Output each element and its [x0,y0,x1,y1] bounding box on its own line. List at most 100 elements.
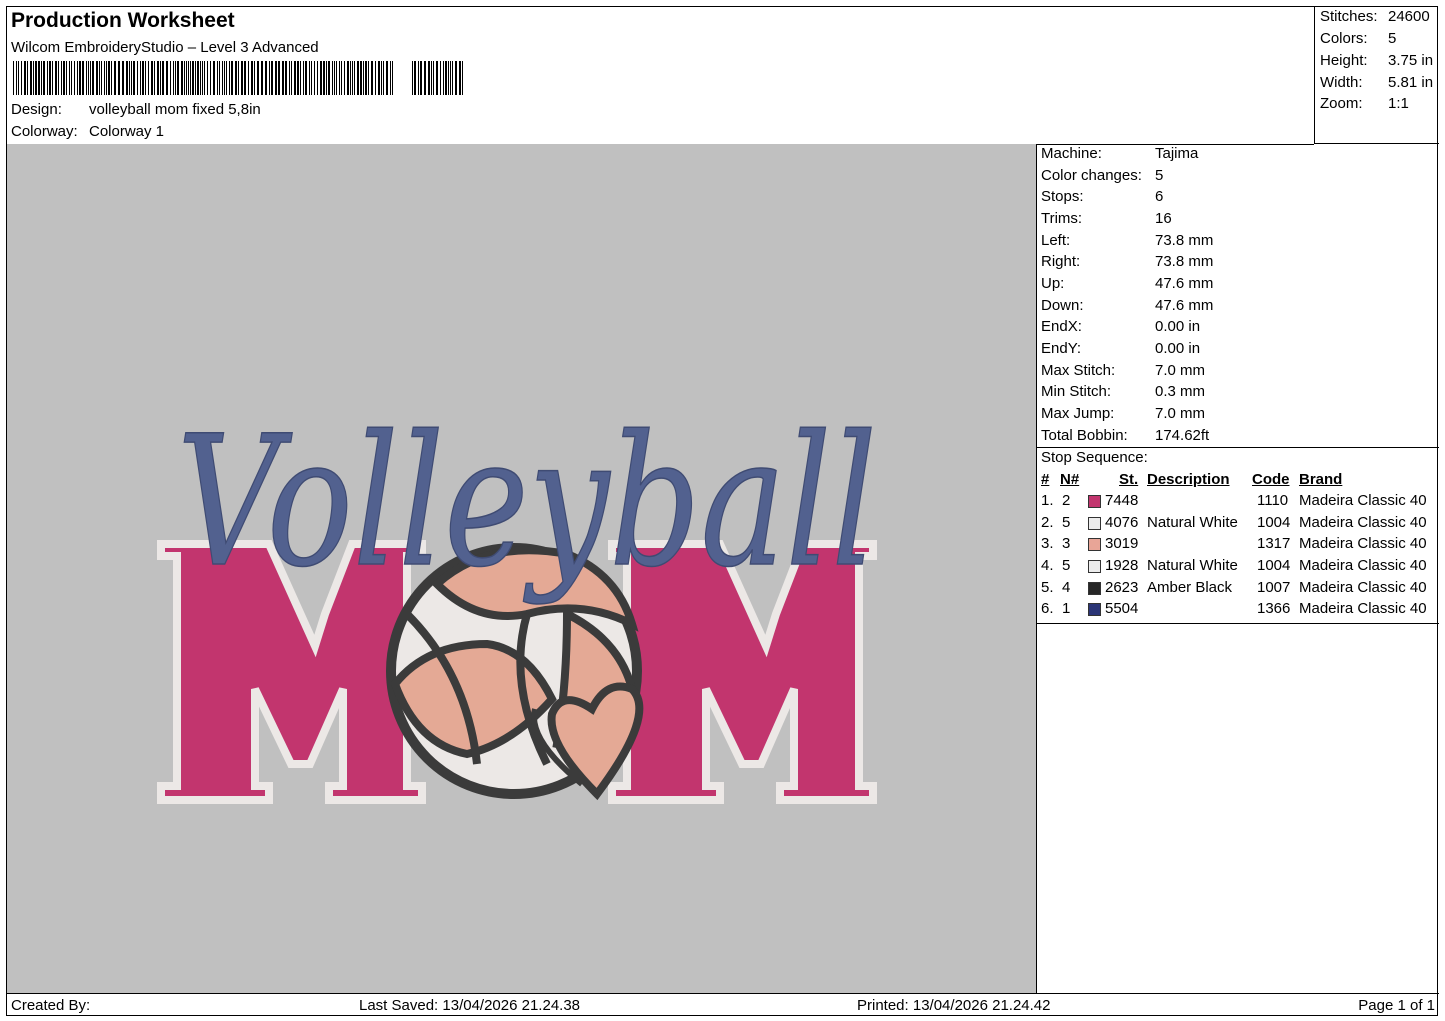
info-down: Down: 47.6 mm [1041,297,1213,314]
barcode-bar [162,61,164,95]
row-st: 4076 [1105,514,1139,531]
barcode-bar [133,61,135,95]
stop-sequence-header: # N# St. Description Code Brand [1037,471,1439,492]
barcode-bar [257,61,259,95]
barcode-bar [106,61,107,95]
barcode-bar [21,61,22,95]
table-row: 3. 3 3019 1317 Madeira Classic 40 [1037,535,1439,556]
machine-info-panel: Machine: Tajima Color changes: 5 Stops: 6 T… [1037,144,1439,993]
info-value: 47.6 mm [1155,297,1214,314]
row-code: 1004 [1257,557,1291,574]
barcode-bar [238,61,239,95]
colorway-row: Colorway: Colorway 1 [11,123,164,140]
barcode-bar [300,61,301,95]
stop-sequence-title: Stop Sequence: [1041,449,1148,466]
stat-label: Stitches: [1320,8,1378,25]
info-label: Min Stitch: [1041,383,1112,400]
barcode-bar [305,61,307,95]
barcode-bar [16,61,17,95]
color-swatch [1088,538,1101,551]
table-row: 1. 2 7448 1110 Madeira Classic 40 [1037,492,1439,513]
info-value: 16 [1155,210,1172,227]
barcode-bar [445,61,447,95]
last-saved: Last Saved: 13/04/2026 21.24.38 [359,997,581,1014]
info-value: 5 [1155,167,1164,184]
barcode-bar [200,61,201,95]
info-value: Tajima [1155,145,1199,162]
color-swatch [1088,603,1101,616]
info-label: Up: [1041,275,1065,292]
barcode-bar [314,61,315,95]
stat-label: Width: [1320,74,1363,91]
barcode-bar [175,61,176,95]
barcode-bar [278,61,280,95]
barcode-bar [61,61,62,95]
barcode-bar [412,61,413,95]
barcode-bar [309,61,310,95]
row-brand: Madeira Classic 40 [1299,514,1427,531]
barcode-bar [341,61,342,95]
barcode-bar [33,61,34,95]
barcode-bar [207,61,208,95]
barcode-bar [63,61,65,95]
barcode-bar [131,61,132,95]
barcode-bar [297,61,299,95]
barcode-bar [137,61,138,95]
barcode-bar [217,61,218,95]
row-code: 1110 [1257,492,1289,509]
mom-m-right-text: M [742,783,743,785]
barcode-bar [181,61,183,95]
barcode-bar [326,61,327,95]
barcode-bar [154,61,155,95]
worksheet-footer: Created By: Last Saved: 13/04/2026 21.24… [7,993,1439,1018]
info-label: Trims: [1041,210,1083,227]
stat-value: 24600 [1388,8,1430,25]
barcode-bar [55,61,57,95]
design-preview: M M Volleyball [7,144,1037,993]
barcode-bar [27,61,28,95]
stat-label: Height: [1320,52,1368,69]
row-n: 3 [1062,535,1071,552]
barcode-bar [248,61,249,95]
color-swatch [1088,495,1101,508]
barcode-bar [303,61,304,95]
barcode-bar [352,61,353,95]
barcode-bar [190,61,191,95]
stat-zoom: Zoom: 1:1 [1320,95,1409,112]
row-description: Natural White [1147,557,1238,574]
barcode-bar [344,61,345,95]
info-value: 7.0 mm [1155,362,1206,379]
stat-value: 1:1 [1388,95,1409,112]
barcode-bar [251,61,253,95]
info-endy: EndY: 0.00 in [1041,340,1200,357]
barcode-bar [428,61,430,95]
barcode-bar [118,61,120,95]
info-trims: Trims: 16 [1041,210,1172,227]
row-brand: Madeira Classic 40 [1299,535,1427,552]
barcode-bar [265,61,267,95]
barcode-bar [269,61,270,95]
barcode-bar [291,61,292,95]
row-n: 5 [1062,514,1071,531]
volleyball-script-text: Volleyball [177,398,877,607]
info-color-changes: Color changes: 5 [1041,167,1163,184]
row-num: 3. [1041,535,1054,552]
row-n: 4 [1062,579,1071,596]
info-value: 6 [1155,188,1164,205]
barcode-bar [71,61,72,95]
col-num: # [1041,471,1050,488]
barcode-bar [88,61,89,95]
barcode-bar [431,61,432,95]
row-description: Amber Black [1147,579,1233,596]
col-n: N# [1060,471,1080,488]
info-value: 174.62ft [1155,427,1210,444]
row-n: 5 [1062,557,1071,574]
info-stops: Stops: 6 [1041,188,1163,205]
col-st: St. [1119,471,1139,488]
barcode-bar [339,61,340,95]
barcode-bar [350,61,351,95]
barcode-bar [157,61,159,95]
stat-height: Height: 3.75 in [1320,52,1433,69]
row-st: 1928 [1105,557,1139,574]
barcode-bar [285,61,287,95]
